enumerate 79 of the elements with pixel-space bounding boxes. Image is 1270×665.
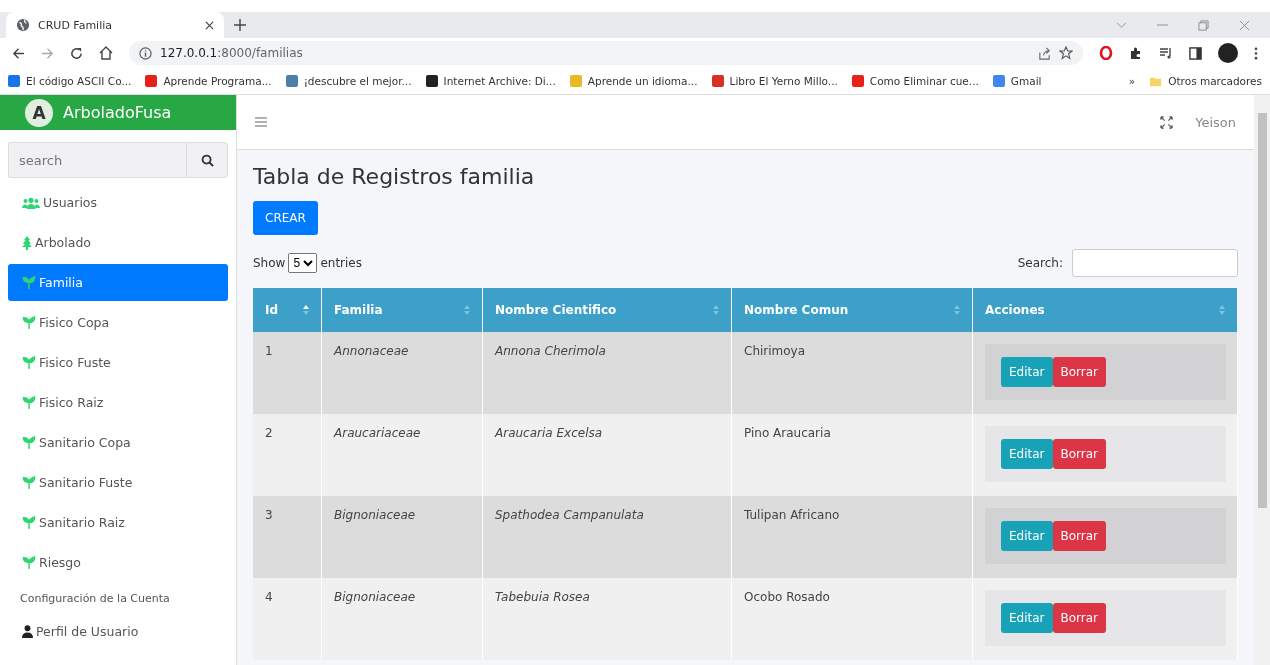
table-cell: 4 <box>253 578 322 660</box>
sort-icon <box>303 305 309 315</box>
table-cell: Tabebuia Rosea <box>482 578 732 660</box>
sidebar-item[interactable]: Fisico Fuste <box>8 344 228 381</box>
user-name[interactable]: Yeison <box>1195 114 1236 130</box>
sidebar-item[interactable]: Fisico Copa <box>8 304 228 341</box>
table-cell: Ocobo Rosado <box>731 578 973 660</box>
fullscreen-icon[interactable] <box>1160 115 1174 129</box>
search-field[interactable]: search <box>8 142 186 178</box>
browser-tab[interactable]: CRUD Familia <box>6 12 224 38</box>
bookmark[interactable]: Aprende Programa... <box>145 75 272 87</box>
bookmark[interactable]: ¡descubre el mejor... <box>285 75 412 87</box>
info-icon <box>139 46 152 60</box>
sort-icon <box>954 305 960 315</box>
new-tab-icon[interactable] <box>234 19 246 31</box>
globe-icon <box>16 18 30 32</box>
playlist-icon[interactable] <box>1159 46 1173 60</box>
seedling-icon <box>22 476 36 489</box>
sort-icon <box>1219 305 1225 315</box>
reload-icon[interactable] <box>70 46 83 60</box>
page-title: Tabla de Registros familia <box>253 164 535 189</box>
delete-button[interactable]: Borrar <box>1052 603 1107 633</box>
bookmark[interactable]: Libro El Yerno Millo... <box>711 75 838 87</box>
table-cell: Bignoniaceae <box>321 578 483 660</box>
bookmark[interactable]: Internet Archive: Di... <box>425 75 556 87</box>
star-icon[interactable] <box>1059 46 1073 60</box>
seedling-icon <box>22 276 36 289</box>
sort-icon <box>464 305 470 315</box>
sidebar-item[interactable]: Usuarios <box>8 184 228 221</box>
sort-icon <box>713 305 719 315</box>
sidebar-item[interactable]: Riesgo <box>8 544 228 581</box>
search-button[interactable] <box>186 142 228 178</box>
seedling-icon <box>22 396 36 409</box>
address-bar[interactable]: 127.0.0.1:8000/familias <box>129 41 1083 65</box>
seedling-icon <box>22 356 36 369</box>
more-bookmarks-button[interactable]: » <box>1128 75 1136 87</box>
search-label: Search: <box>1017 256 1063 270</box>
table-search-field[interactable] <box>1072 249 1238 277</box>
bookmark[interactable]: Como Eliminar cue... <box>851 75 979 87</box>
bookmark[interactable]: Aprende un idioma... <box>569 75 698 87</box>
sidebar-item[interactable]: Familia <box>8 264 228 301</box>
extension-icon[interactable] <box>1099 46 1113 60</box>
users-icon <box>22 196 40 209</box>
close-icon[interactable] <box>205 20 214 30</box>
user-icon <box>22 625 33 638</box>
sidebar-item[interactable]: Arbolado <box>8 224 228 261</box>
sidebar-item[interactable]: Fisico Raiz <box>8 384 228 421</box>
sidebar-item[interactable]: Sanitario Raiz <box>8 504 228 541</box>
tab-title: CRUD Familia <box>38 18 114 32</box>
url-text: 127.0.0.1:8000/familias <box>160 46 303 60</box>
logo-icon: A <box>25 98 53 127</box>
seedling-icon <box>22 556 36 569</box>
side-panel-icon[interactable] <box>1189 46 1202 60</box>
show-label: Show <box>253 256 286 270</box>
delete-button[interactable]: Borrar <box>1052 439 1107 469</box>
sidebar-item[interactable]: Sanitario Copa <box>8 424 228 461</box>
back-icon[interactable] <box>12 46 25 60</box>
puzzle-icon[interactable] <box>1129 46 1143 60</box>
section-header: Configuración de la Cuenta <box>19 591 171 607</box>
search-icon <box>200 153 214 167</box>
scrollbar[interactable] <box>1254 95 1270 665</box>
create-button[interactable]: CREAR <box>253 201 318 235</box>
seedling-icon <box>22 436 36 449</box>
avatar-icon[interactable] <box>1218 43 1238 63</box>
tree-icon <box>22 235 32 250</box>
bookmark[interactable]: Gmail <box>992 75 1042 87</box>
bookmark-folder[interactable]: Otros marcadores <box>1149 74 1262 88</box>
entries-label: entries <box>320 256 362 270</box>
seedling-icon <box>22 316 36 329</box>
home-icon[interactable] <box>99 46 113 60</box>
entries-select[interactable]: 5 <box>288 253 318 273</box>
delete-button[interactable]: Borrar <box>1052 357 1107 387</box>
bookmark[interactable]: El código ASCII Co... <box>8 75 132 87</box>
menu-icon[interactable] <box>1254 46 1258 60</box>
share-icon[interactable] <box>1038 46 1051 60</box>
sidebar-item[interactable]: Sanitario Fuste <box>8 464 228 501</box>
seedling-icon <box>22 516 36 529</box>
delete-button[interactable]: Borrar <box>1052 521 1107 551</box>
sidebar-item[interactable]: Perfil de Usuario <box>8 613 228 650</box>
